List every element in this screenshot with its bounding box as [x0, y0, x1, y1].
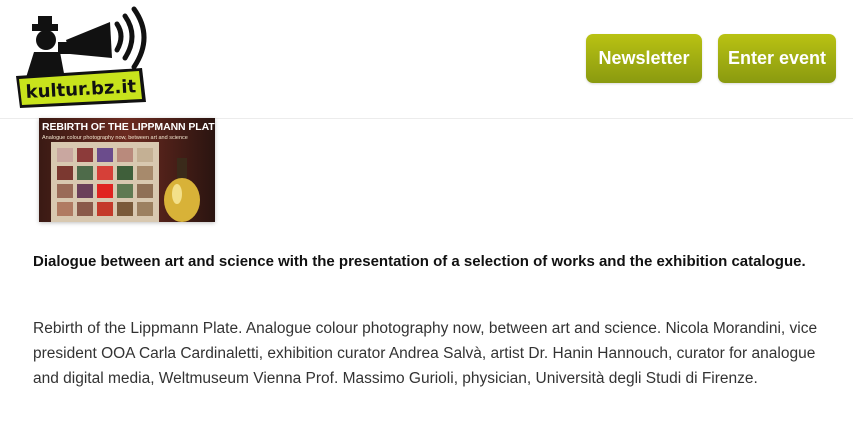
- image-subtitle: Analogue colour photography now, between…: [42, 135, 188, 141]
- megaphone-logo-icon: kultur.bz.it: [16, 6, 147, 108]
- event-lead: Dialogue between art and science with th…: [33, 253, 806, 270]
- event-image[interactable]: REBIRTH OF THE LIPPMANN PLATE Analogue c…: [39, 118, 215, 222]
- site-logo[interactable]: kultur.bz.it: [14, 6, 154, 112]
- enter-event-button[interactable]: Enter event: [718, 34, 836, 83]
- image-title: REBIRTH OF THE LIPPMANN PLATE: [42, 121, 215, 133]
- site-header: kultur.bz.it Newsletter Enter event: [0, 0, 853, 119]
- exhibition-poster-image: [39, 118, 215, 222]
- event-description: Rebirth of the Lippmann Plate. Analogue …: [33, 320, 818, 387]
- newsletter-button[interactable]: Newsletter: [586, 34, 702, 83]
